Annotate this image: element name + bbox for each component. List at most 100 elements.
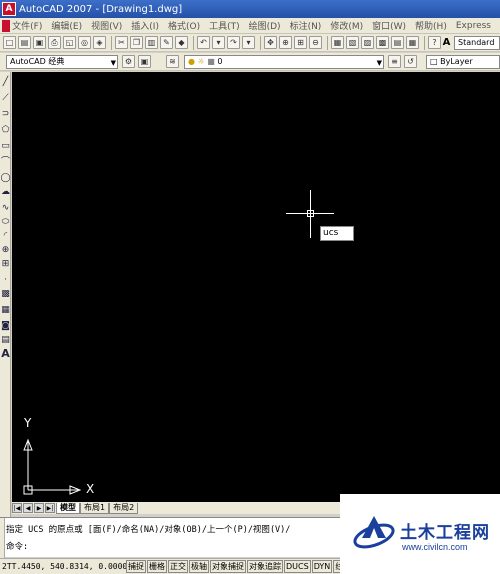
text-style-select[interactable]: Standard <box>454 36 500 50</box>
make-current-layer-icon[interactable]: ≡ <box>388 55 401 68</box>
menu-help[interactable]: 帮助(H) <box>415 19 447 32</box>
3d-dwf-icon[interactable]: ◈ <box>93 36 106 49</box>
new-file-icon[interactable]: □ <box>3 36 16 49</box>
match-properties-icon[interactable]: ✎ <box>160 36 173 49</box>
linetype-select[interactable]: □ ByLayer <box>426 55 500 69</box>
menu-window[interactable]: 窗口(W) <box>372 19 406 32</box>
layer-select[interactable]: ● ☼ ■ 0 ▼ <box>184 55 384 69</box>
copy-icon[interactable]: ❐ <box>130 36 143 49</box>
pan-icon[interactable]: ✥ <box>264 36 277 49</box>
osnap-toggle[interactable]: 对象捕捉 <box>210 560 246 573</box>
layer-manager-icon[interactable]: ≋ <box>166 55 179 68</box>
chevron-down-icon: ▼ <box>110 59 116 67</box>
dyn-toggle[interactable]: DYN <box>311 560 333 573</box>
draw-toolbar: ╱ ⟋ ⊃ ⬠ ▭ ⌒ ◯ ☁ ∿ ⬭ ◜ ⊕ ⊞ · ▩ ▦ ◙ ▤ A <box>0 72 11 517</box>
polyline-icon[interactable]: ⊃ <box>0 108 11 120</box>
menu-bar: 文件(F) 编辑(E) 视图(V) 插入(I) 格式(O) 工具(T) 绘图(D… <box>0 18 500 34</box>
menu-dimension[interactable]: 标注(N) <box>290 19 322 32</box>
hatch-icon[interactable]: ▩ <box>0 288 11 300</box>
tab-layout2[interactable]: 布局2 <box>109 502 139 514</box>
cut-icon[interactable]: ✂ <box>115 36 128 49</box>
redo-icon[interactable]: ↷ <box>227 36 240 49</box>
command-input[interactable]: 命令: <box>6 540 28 552</box>
ducs-toggle[interactable]: DUCS <box>284 560 311 573</box>
workspace-select[interactable]: AutoCAD 经典 ▼ <box>6 55 118 69</box>
undo-dropdown-icon[interactable]: ▾ <box>212 36 225 49</box>
markup-icon[interactable]: ▤ <box>391 36 404 49</box>
circle-icon[interactable]: ◯ <box>0 172 11 184</box>
watermark-name: 土木工程网 <box>400 523 490 543</box>
tool-palettes-icon[interactable]: ▨ <box>361 36 374 49</box>
paste-icon[interactable]: ▥ <box>145 36 158 49</box>
publish-icon[interactable]: ◎ <box>78 36 91 49</box>
toolbar-separator <box>193 35 194 50</box>
menu-insert[interactable]: 插入(I) <box>131 19 159 32</box>
layer-previous-icon[interactable]: ↺ <box>404 55 417 68</box>
grid-toggle[interactable]: 栅格 <box>147 560 167 573</box>
gradient-icon[interactable]: ▦ <box>0 304 11 316</box>
insert-block-icon[interactable]: ⊕ <box>0 244 11 256</box>
calculator-icon[interactable]: ▦ <box>406 36 419 49</box>
toolbar-separator <box>260 35 261 50</box>
command-line-handle[interactable] <box>0 518 5 558</box>
sheet-set-icon[interactable]: ▩ <box>376 36 389 49</box>
ellipse-arc-icon[interactable]: ◜ <box>0 230 11 242</box>
zoom-window-icon[interactable]: ⊞ <box>294 36 307 49</box>
point-icon[interactable]: · <box>0 274 11 286</box>
workspace-settings-icon[interactable]: ⚙ <box>122 55 135 68</box>
line-icon[interactable]: ╱ <box>0 76 11 88</box>
menu-tools[interactable]: 工具(T) <box>209 19 240 32</box>
polygon-icon[interactable]: ⬠ <box>0 124 11 136</box>
open-file-icon[interactable]: ▤ <box>18 36 31 49</box>
print-icon[interactable]: ⎙ <box>48 36 61 49</box>
polar-toggle[interactable]: 极轴 <box>189 560 209 573</box>
rectangle-icon[interactable]: ▭ <box>0 140 11 152</box>
tab-layout1[interactable]: 布局1 <box>80 502 110 514</box>
otrack-toggle[interactable]: 对象追踪 <box>247 560 283 573</box>
dynamic-input-field[interactable]: ucs <box>320 226 354 241</box>
properties-icon[interactable]: ▦ <box>331 36 344 49</box>
make-block-icon[interactable]: ⊞ <box>0 258 11 270</box>
redo-dropdown-icon[interactable]: ▾ <box>242 36 255 49</box>
menu-view[interactable]: 视图(V) <box>91 19 122 32</box>
menu-express[interactable]: Express <box>456 21 491 31</box>
zoom-previous-icon[interactable]: ⊖ <box>309 36 322 49</box>
construction-line-icon[interactable]: ⟋ <box>0 92 11 104</box>
menu-modify[interactable]: 修改(M) <box>330 19 363 32</box>
undo-icon[interactable]: ↶ <box>197 36 210 49</box>
block-editor-icon[interactable]: ◆ <box>175 36 188 49</box>
ucs-y-label: Y <box>24 416 32 430</box>
site-watermark: 土木工程网 www.civilcn.com <box>340 494 500 574</box>
snap-toggle[interactable]: 捕捉 <box>126 560 146 573</box>
ellipse-icon[interactable]: ⬭ <box>0 216 11 228</box>
tab-first-icon[interactable]: |◀ <box>12 503 22 513</box>
spline-icon[interactable]: ∿ <box>0 202 11 214</box>
ortho-toggle[interactable]: 正交 <box>168 560 188 573</box>
document-menu-icon[interactable] <box>2 19 11 32</box>
tab-last-icon[interactable]: ▶| <box>45 503 55 513</box>
tab-prev-icon[interactable]: ◀ <box>23 503 33 513</box>
autocad-app-icon[interactable]: A <box>2 2 16 16</box>
pickbox <box>307 210 314 217</box>
menu-draw[interactable]: 绘图(D) <box>249 19 281 32</box>
zoom-realtime-icon[interactable]: ⊕ <box>279 36 292 49</box>
menu-file[interactable]: 文件(F) <box>12 19 42 32</box>
toolbar-separator <box>327 35 328 50</box>
tab-model[interactable]: 模型 <box>56 502 80 514</box>
menu-edit[interactable]: 编辑(E) <box>51 19 82 32</box>
layer-freeze-icon: ☼ <box>197 57 205 66</box>
print-preview-icon[interactable]: ◱ <box>63 36 76 49</box>
table-icon[interactable]: ▤ <box>0 334 11 346</box>
design-center-icon[interactable]: ▧ <box>346 36 359 49</box>
layer-value: 0 <box>217 57 223 66</box>
arc-icon[interactable]: ⌒ <box>0 156 11 168</box>
tab-next-icon[interactable]: ▶ <box>34 503 44 513</box>
revision-cloud-icon[interactable]: ☁ <box>0 186 11 198</box>
region-icon[interactable]: ◙ <box>0 320 11 332</box>
multiline-text-icon[interactable]: A <box>0 348 11 360</box>
workspace-save-icon[interactable]: ▣ <box>138 55 151 68</box>
save-icon[interactable]: ▣ <box>33 36 46 49</box>
menu-format[interactable]: 格式(O) <box>168 19 200 32</box>
title-bar: A AutoCAD 2007 - [Drawing1.dwg] <box>0 0 500 18</box>
drawing-canvas[interactable]: ucs Y X <box>12 72 500 502</box>
